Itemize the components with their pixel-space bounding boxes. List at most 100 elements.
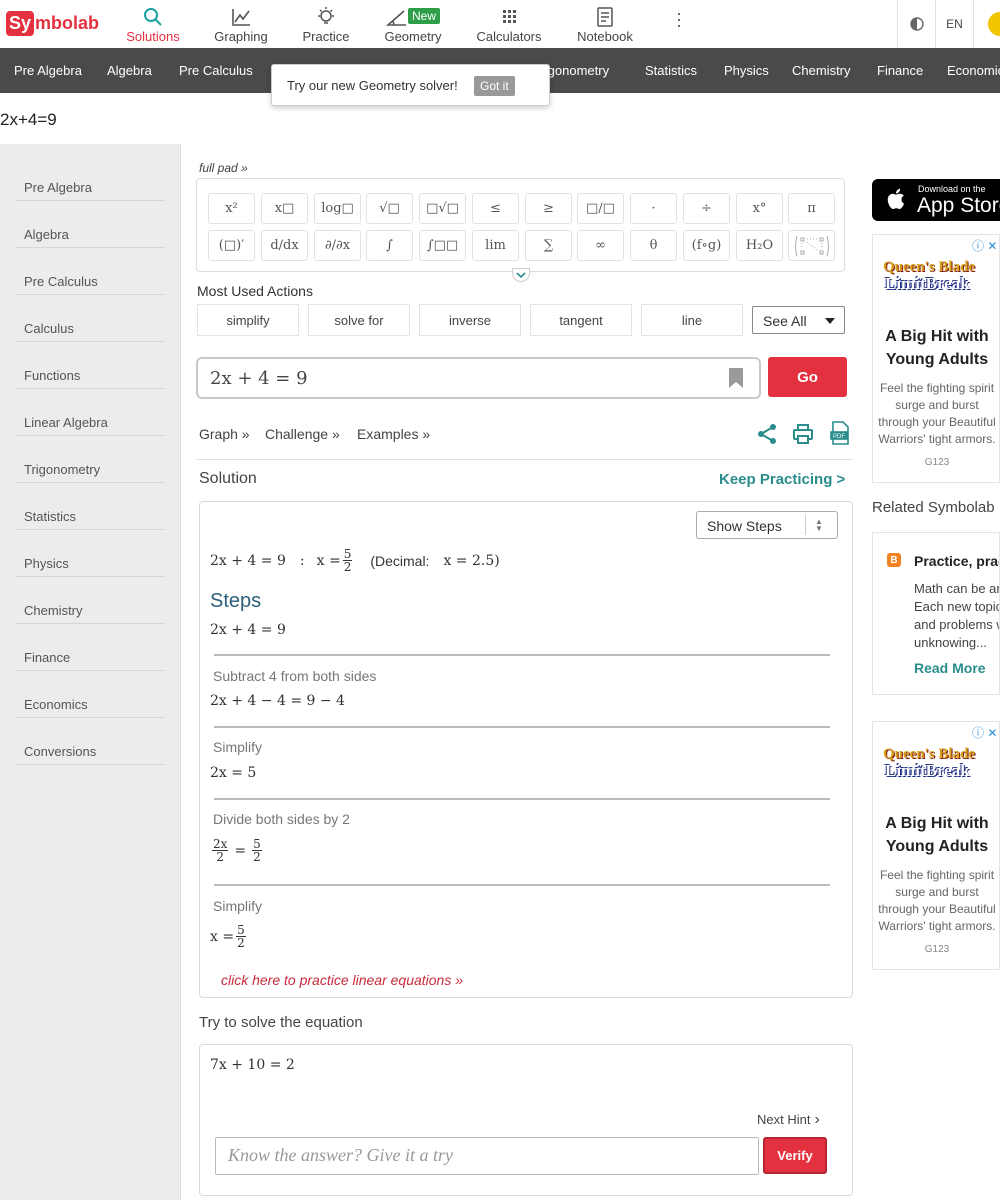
decimal-value: x = 2.5) bbox=[443, 552, 500, 569]
key-partial[interactable]: ∂/∂x bbox=[314, 230, 361, 261]
key-x-squared[interactable]: x² bbox=[208, 193, 255, 224]
got-it-button[interactable]: Got it bbox=[474, 76, 515, 96]
key-divide[interactable]: ÷ bbox=[683, 193, 730, 224]
key-degree[interactable]: x° bbox=[736, 193, 783, 224]
key-derivative[interactable]: d/dx bbox=[261, 230, 308, 261]
graph-icon bbox=[232, 9, 250, 26]
verify-button[interactable]: Verify bbox=[763, 1137, 827, 1174]
key-matrix[interactable] bbox=[788, 230, 835, 261]
user-avatar[interactable] bbox=[973, 0, 1000, 48]
nav-practice[interactable]: Practice bbox=[302, 6, 350, 44]
show-steps-select[interactable]: Show Steps ▲ ▼ bbox=[696, 511, 838, 539]
see-all-dropdown[interactable]: See All bbox=[752, 306, 845, 334]
key-infinity[interactable]: ∞ bbox=[577, 230, 624, 261]
app-store-badge[interactable]: Download on the App Store bbox=[872, 179, 1000, 221]
challenge-link[interactable]: Challenge » bbox=[265, 426, 340, 442]
keep-practicing-link[interactable]: Keep Practicing > bbox=[719, 471, 845, 488]
practice-linear-equations-link[interactable]: click here to practice linear equations … bbox=[221, 972, 463, 988]
next-hint-button[interactable]: Next Hint › bbox=[757, 1111, 820, 1129]
go-button[interactable]: Go bbox=[768, 357, 847, 397]
sidebar-item-linear-algebra[interactable]: Linear Algebra bbox=[16, 389, 165, 436]
answer-denominator: 2 bbox=[343, 560, 352, 574]
action-line[interactable]: line bbox=[641, 304, 743, 336]
sidebar-item-pre-algebra[interactable]: Pre Algebra bbox=[16, 154, 165, 201]
key-sqrt[interactable]: √□ bbox=[366, 193, 413, 224]
advertisement[interactable]: ⓘ ✕ Queen's Blade LimitBreak A Big Hit w… bbox=[872, 721, 1000, 970]
sidebar-item-pre-calculus[interactable]: Pre Calculus bbox=[16, 248, 165, 295]
denominator: 2 bbox=[237, 936, 245, 950]
updown-icon: ▲ ▼ bbox=[815, 517, 823, 533]
ad-headline-line: Young Adults bbox=[885, 351, 989, 368]
subject-chemistry[interactable]: Chemistry bbox=[792, 63, 851, 78]
key-leq[interactable]: ≤ bbox=[472, 193, 519, 224]
action-simplify[interactable]: simplify bbox=[197, 304, 299, 336]
print-icon[interactable] bbox=[792, 423, 814, 445]
sidebar-item-algebra[interactable]: Algebra bbox=[16, 201, 165, 248]
related-card[interactable]: B Practice, prac Math can be an Each new… bbox=[872, 532, 1000, 695]
sidebar-item-functions[interactable]: Functions bbox=[16, 342, 165, 389]
keypad-collapse-toggle[interactable] bbox=[512, 268, 530, 282]
key-theta[interactable]: θ bbox=[630, 230, 677, 261]
answer-input[interactable]: Know the answer? Give it a try bbox=[215, 1137, 759, 1175]
key-pi[interactable]: π bbox=[788, 193, 835, 224]
sidebar-item-calculus[interactable]: Calculus bbox=[16, 295, 165, 342]
key-chemistry[interactable]: H₂O bbox=[736, 230, 783, 261]
symbolab-logo[interactable]: Sy mbolab bbox=[6, 11, 99, 36]
action-inverse[interactable]: inverse bbox=[419, 304, 521, 336]
subject-pre-algebra[interactable]: Pre Algebra bbox=[14, 63, 82, 78]
read-more-link[interactable]: Read More bbox=[914, 660, 986, 676]
language-selector[interactable]: EN bbox=[935, 0, 973, 48]
query-title: 2x+4=9 bbox=[0, 110, 57, 129]
key-log[interactable]: log□ bbox=[314, 193, 361, 224]
ad-body-line: through your Beautiful bbox=[878, 415, 996, 429]
subject-finance[interactable]: Finance bbox=[877, 63, 923, 78]
key-geq[interactable]: ≥ bbox=[525, 193, 572, 224]
nav-notebook[interactable]: Notebook bbox=[575, 6, 635, 44]
action-tangent[interactable]: tangent bbox=[530, 304, 632, 336]
nav-calculators[interactable]: Calculators bbox=[476, 6, 542, 44]
sidebar-item-physics[interactable]: Physics bbox=[16, 530, 165, 577]
key-nth-root[interactable]: □√□ bbox=[419, 193, 466, 224]
sidebar-item-trigonometry[interactable]: Trigonometry bbox=[16, 436, 165, 483]
theme-toggle[interactable] bbox=[897, 0, 935, 48]
more-menu-icon[interactable]: · · · bbox=[676, 4, 682, 34]
pdf-icon[interactable]: PDF bbox=[830, 421, 850, 445]
chevron-down-icon bbox=[516, 272, 526, 279]
key-sum[interactable]: ∑ bbox=[525, 230, 572, 261]
full-pad-link[interactable]: full pad » bbox=[199, 161, 248, 175]
key-prime[interactable]: (□)′ bbox=[208, 230, 255, 261]
subject-physics[interactable]: Physics bbox=[724, 63, 769, 78]
step-label: Subtract 4 from both sides bbox=[213, 668, 377, 684]
key-integral[interactable]: ∫ bbox=[366, 230, 413, 261]
advertisement[interactable]: ⓘ ✕ Queen's Blade LimitBreak A Big Hit w… bbox=[872, 234, 1000, 483]
ad-choices-icon[interactable]: ⓘ ✕ bbox=[972, 724, 997, 741]
sidebar-item-chemistry[interactable]: Chemistry bbox=[16, 577, 165, 624]
subject-statistics[interactable]: Statistics bbox=[645, 63, 697, 78]
solution-panel: Show Steps ▲ ▼ 2x + 4 = 9 : x = 5 2 (Deci… bbox=[199, 501, 853, 998]
top-navigation: Sy mbolab Solutions Graphing Practice Ge… bbox=[0, 0, 1000, 48]
math-input[interactable]: 2x + 4 = 9 bbox=[196, 357, 761, 399]
key-definite-integral[interactable]: ∫□□ bbox=[419, 230, 466, 261]
subject-economics[interactable]: Economics bbox=[947, 63, 1000, 78]
sidebar-item-conversions[interactable]: Conversions bbox=[16, 718, 165, 765]
ad-code: G123 bbox=[924, 457, 950, 468]
action-solve-for[interactable]: solve for bbox=[308, 304, 410, 336]
nav-solutions[interactable]: Solutions bbox=[126, 6, 180, 44]
key-limit[interactable]: lim bbox=[472, 230, 519, 261]
sidebar-item-statistics[interactable]: Statistics bbox=[16, 483, 165, 530]
graph-link[interactable]: Graph » bbox=[199, 426, 250, 442]
key-cdot[interactable]: · bbox=[630, 193, 677, 224]
share-icon[interactable] bbox=[756, 423, 778, 445]
ad-choices-icon[interactable]: ⓘ ✕ bbox=[972, 237, 997, 254]
nav-graphing[interactable]: Graphing bbox=[214, 6, 268, 44]
key-compose[interactable]: (f∘g) bbox=[683, 230, 730, 261]
ad-headline-line: A Big Hit with bbox=[885, 328, 989, 345]
key-fraction[interactable]: □/□ bbox=[577, 193, 624, 224]
examples-link[interactable]: Examples » bbox=[357, 426, 430, 442]
sidebar-item-finance[interactable]: Finance bbox=[16, 624, 165, 671]
key-x-power[interactable]: x□ bbox=[261, 193, 308, 224]
subject-algebra[interactable]: Algebra bbox=[107, 63, 152, 78]
sidebar-item-economics[interactable]: Economics bbox=[16, 671, 165, 718]
subject-pre-calculus[interactable]: Pre Calculus bbox=[179, 63, 253, 78]
bookmark-icon[interactable] bbox=[729, 368, 743, 388]
